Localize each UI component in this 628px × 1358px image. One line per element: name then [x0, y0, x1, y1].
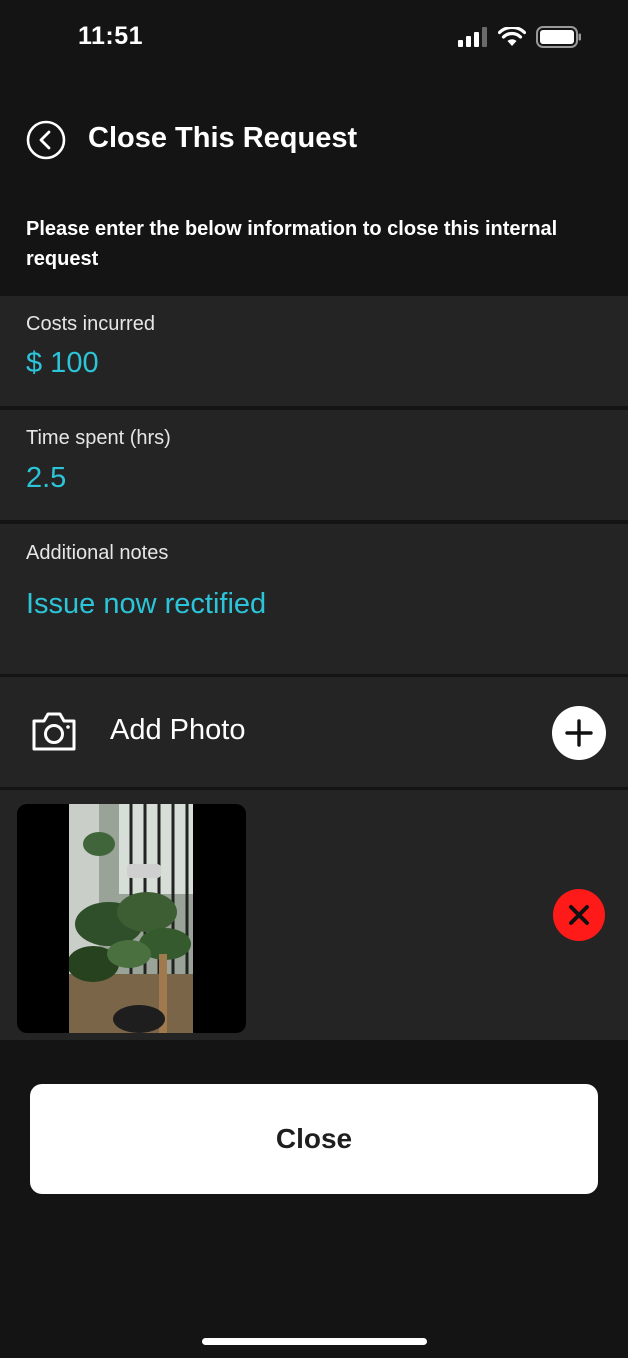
wifi-icon	[498, 27, 526, 46]
remove-photo-button[interactable]	[553, 889, 605, 941]
add-photo-row[interactable]: Add Photo	[0, 677, 628, 787]
chevron-left-circle-icon[interactable]	[26, 120, 66, 160]
page-title: Close This Request	[88, 122, 358, 154]
plus-icon	[565, 719, 593, 747]
photo-image	[67, 804, 193, 1033]
notes-label: Additional notes	[26, 542, 169, 564]
nav-header: Close This Request	[0, 112, 628, 168]
status-bar: 11:51	[0, 0, 628, 80]
instructions-text: Please enter the below information to cl…	[26, 218, 558, 270]
close-button[interactable]: Close	[30, 1084, 598, 1194]
add-photo-button[interactable]	[552, 706, 606, 760]
time-field[interactable]: Time spent (hrs) 2.5	[0, 410, 628, 520]
time-label: Time spent (hrs)	[26, 427, 171, 449]
photo-thumbnail[interactable]	[17, 804, 246, 1033]
cellular-signal-icon	[458, 27, 487, 47]
notes-value[interactable]: Issue now rectified	[26, 588, 266, 621]
status-icons	[458, 26, 582, 48]
camera-icon	[32, 712, 76, 751]
add-photo-label: Add Photo	[110, 714, 246, 746]
plant-photo	[67, 804, 193, 1033]
time-value[interactable]: 2.5	[26, 462, 66, 495]
photo-thumbnail-row	[0, 790, 628, 1040]
home-indicator	[202, 1338, 427, 1345]
costs-label: Costs incurred	[26, 313, 155, 335]
costs-value[interactable]: $ 100	[26, 347, 99, 380]
status-time: 11:51	[78, 22, 144, 50]
close-icon	[569, 905, 589, 925]
notes-field[interactable]: Additional notes Issue now rectified	[0, 524, 628, 674]
battery-icon	[536, 26, 581, 48]
costs-field[interactable]: Costs incurred $ 100	[0, 296, 628, 406]
